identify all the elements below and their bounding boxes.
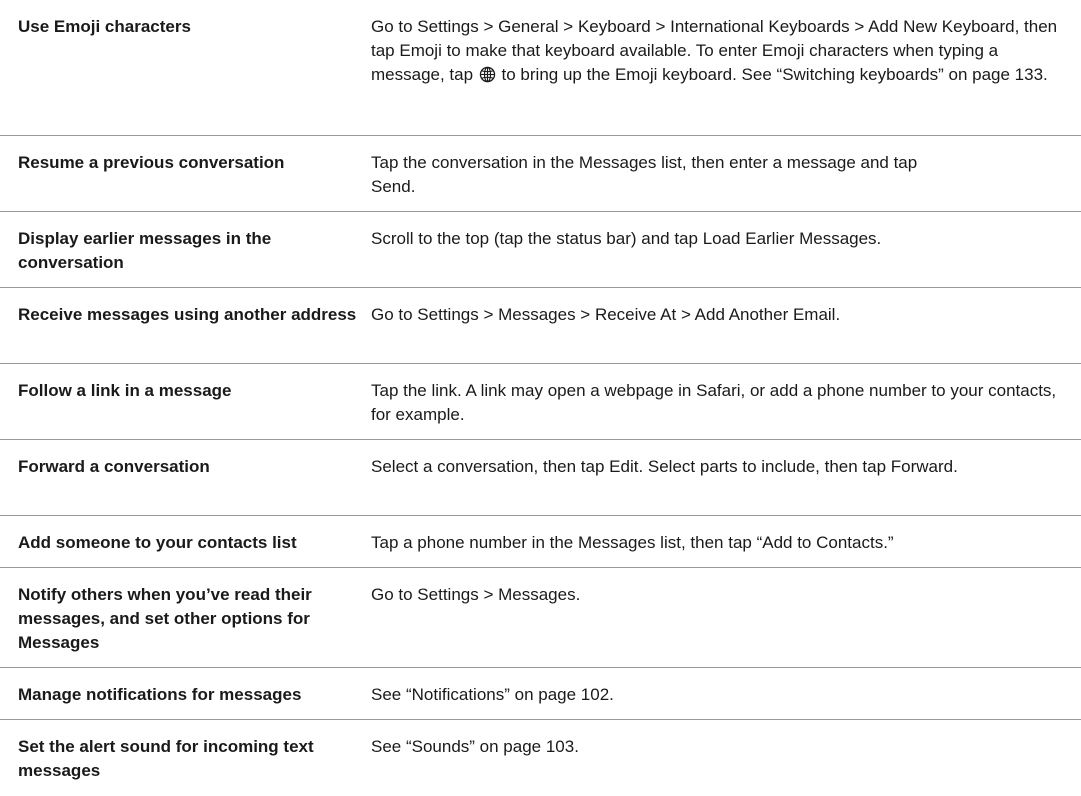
task-label: Notify others when you’ve read their mes… [18, 585, 312, 652]
description-text: to bring up the Emoji keyboard. See “Swi… [501, 65, 1048, 84]
task-table: Use Emoji characters Go to Settings > Ge… [0, 0, 1081, 796]
task-label: Set the alert sound for incoming text me… [18, 737, 314, 780]
table-row: Follow a link in a message Tap the link.… [0, 364, 1081, 440]
task-description: Tap a phone number in the Messages list,… [371, 533, 894, 552]
table-row: Use Emoji characters Go to Settings > Ge… [0, 0, 1081, 136]
task-description: See “Sounds” on page 103. [371, 737, 579, 756]
task-label: Follow a link in a message [18, 381, 232, 400]
task-label: Forward a conversation [18, 457, 210, 476]
task-description: Select a conversation, then tap Edit. Se… [371, 457, 958, 476]
task-label: Receive messages using another address [18, 305, 357, 324]
task-label: Display earlier messages in the conversa… [18, 229, 272, 272]
table-row: Notify others when you’ve read their mes… [0, 568, 1081, 668]
table-row: Forward a conversation Select a conversa… [0, 440, 1081, 516]
table-row: Manage notifications for messages See “N… [0, 668, 1081, 720]
table-row: Receive messages using another address G… [0, 288, 1081, 364]
task-description: Go to Settings > Messages > Receive At >… [371, 305, 841, 324]
table-row: Add someone to your contacts list Tap a … [0, 516, 1081, 568]
globe-icon [479, 66, 495, 83]
task-label: Add someone to your contacts list [18, 533, 297, 552]
task-label: Resume a previous conversation [18, 153, 285, 172]
table-row: Resume a previous conversation Tap the c… [0, 136, 1081, 212]
task-description: Scroll to the top (tap the status bar) a… [371, 229, 882, 248]
task-description: Go to Settings > General > Keyboard > In… [371, 0, 1081, 135]
task-description: Go to Settings > Messages. [371, 585, 581, 604]
table-row: Set the alert sound for incoming text me… [0, 720, 1081, 796]
task-label: Use Emoji characters [18, 17, 191, 36]
task-description: See “Notifications” on page 102. [371, 685, 614, 704]
task-label: Manage notifications for messages [18, 685, 302, 704]
task-description: Tap the conversation in the Messages lis… [371, 153, 918, 196]
table-row: Display earlier messages in the conversa… [0, 212, 1081, 288]
task-description: Tap the link. A link may open a webpage … [371, 381, 1057, 424]
